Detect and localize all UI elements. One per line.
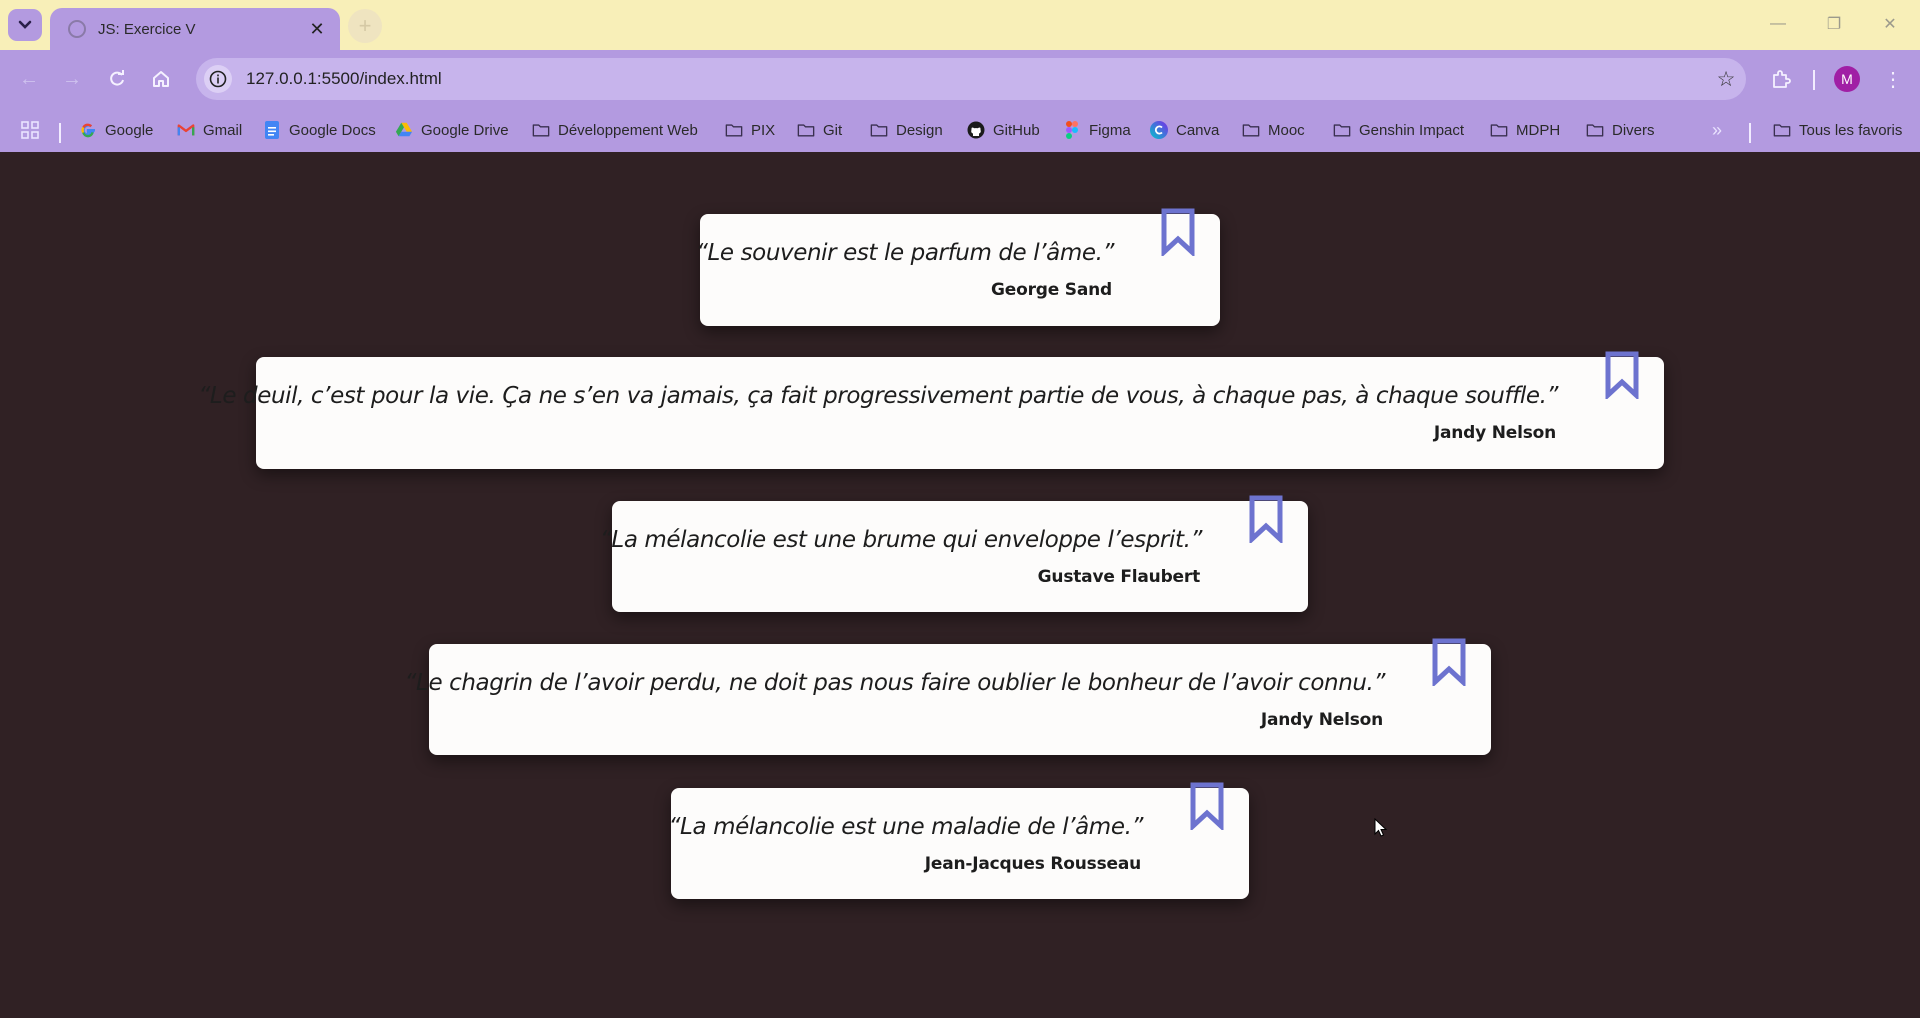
figma-icon	[1063, 121, 1081, 139]
more-bookmarks-icon[interactable]: »	[1712, 116, 1722, 144]
quote-text: “Le souvenir est le parfum de l’âme.”	[695, 240, 1114, 266]
site-info-icon[interactable]	[204, 65, 232, 93]
bookmark-label: Git	[823, 121, 843, 139]
all-bookmarks-folder[interactable]: Tous les favoris	[1773, 116, 1902, 144]
star-icon[interactable]: ☆	[1706, 67, 1746, 92]
folder-icon	[1773, 121, 1791, 139]
bookmark-folder-design[interactable]: Design	[870, 116, 943, 144]
bookmark-gmail[interactable]: Gmail	[177, 116, 242, 144]
bookmarks-divider	[59, 123, 61, 143]
browser-toolbar: ← → 127.0.0.1:5500/index.html ☆ M ⋮	[0, 50, 1920, 108]
bookmark-canva[interactable]: Canva	[1150, 116, 1219, 144]
quote-author: Jean-Jacques Rousseau	[924, 854, 1141, 874]
drive-icon	[395, 121, 413, 139]
quote-author: Jandy Nelson	[1433, 423, 1556, 443]
toolbar-divider	[1813, 70, 1815, 90]
quote-text: “La mélancolie est une brume qui envelop…	[599, 527, 1203, 553]
bookmark-label: MDPH	[1516, 121, 1561, 139]
all-bookmarks-label: Tous les favoris	[1799, 121, 1903, 139]
chevron-down-icon	[18, 20, 32, 29]
bookmark-label: GitHub	[993, 121, 1040, 139]
quote-author: George Sand	[991, 280, 1112, 300]
bookmark-google-docs[interactable]: Google Docs	[263, 116, 376, 144]
folder-icon	[1333, 121, 1351, 139]
url-text[interactable]: 127.0.0.1:5500/index.html	[246, 69, 1706, 89]
bookmark-folder-pix[interactable]: PIX	[725, 116, 775, 144]
quote-text: “La mélancolie est une maladie de l’âme.…	[668, 814, 1144, 840]
minimize-icon[interactable]: —	[1764, 12, 1792, 36]
mouse-cursor-icon	[1374, 818, 1388, 837]
bookmark-label: Design	[896, 121, 943, 139]
reload-icon[interactable]	[102, 64, 132, 94]
folder-icon	[1242, 121, 1260, 139]
folder-icon	[532, 121, 550, 139]
close-window-icon[interactable]: ✕	[1876, 12, 1904, 36]
docs-icon	[263, 121, 281, 139]
bookmark-label: PIX	[751, 121, 776, 139]
bookmark-figma[interactable]: Figma	[1063, 116, 1131, 144]
bookmark-icon[interactable]	[1160, 208, 1196, 256]
back-icon[interactable]: ←	[14, 64, 44, 94]
quote-text: “Le deuil, c’est pour la vie. Ça ne s’en…	[198, 383, 1558, 409]
bookmark-folder-genshin[interactable]: Genshin Impact	[1333, 116, 1464, 144]
bookmark-icon[interactable]	[1189, 782, 1225, 830]
address-bar[interactable]: 127.0.0.1:5500/index.html ☆	[196, 58, 1746, 100]
bookmark-label: Figma	[1089, 121, 1131, 139]
bookmark-label: Canva	[1176, 121, 1220, 139]
bookmark-folder-mdph[interactable]: MDPH	[1490, 116, 1560, 144]
bookmark-label: Développement Web	[558, 121, 698, 139]
quote-text: “Le chagrin de l’avoir perdu, ne doit pa…	[404, 670, 1386, 696]
github-icon	[967, 121, 985, 139]
quote-card: “Le deuil, c’est pour la vie. Ça ne s’en…	[198, 351, 1664, 469]
bookmark-google[interactable]: Google	[79, 116, 153, 144]
bookmark-folder-git[interactable]: Git	[797, 116, 842, 144]
profile-avatar[interactable]: M	[1834, 66, 1860, 92]
folder-icon	[1490, 121, 1508, 139]
bookmark-label: Google	[105, 121, 154, 139]
quote-card: “Le chagrin de l’avoir perdu, ne doit pa…	[405, 638, 1491, 755]
forward-icon[interactable]: →	[57, 64, 87, 94]
bookmark-github[interactable]: GitHub	[967, 116, 1040, 144]
bookmark-label: Google Docs	[289, 121, 376, 139]
restore-icon[interactable]: ❐	[1820, 12, 1848, 36]
bookmark-folder-mooc[interactable]: Mooc	[1242, 116, 1305, 144]
new-tab-button[interactable]: +	[348, 9, 382, 43]
bookmark-folder-dev-web[interactable]: Développement Web	[532, 116, 698, 144]
home-icon[interactable]	[146, 64, 176, 94]
bookmarks-divider	[1749, 123, 1751, 143]
google-icon	[79, 121, 97, 139]
bookmarks-bar: Google Gmail Google Docs Google Drive Dé…	[0, 108, 1920, 152]
bookmark-label: Genshin Impact	[1359, 121, 1465, 139]
quote-author: Jandy Nelson	[1260, 710, 1383, 730]
bookmark-label: Divers	[1612, 121, 1655, 139]
gmail-icon	[177, 121, 195, 139]
tab-search-button[interactable]	[8, 9, 42, 41]
folder-icon	[725, 121, 743, 139]
more-menu-icon[interactable]: ⋮	[1880, 64, 1906, 94]
bookmark-label: Mooc	[1268, 121, 1305, 139]
quote-card: “La mélancolie est une maladie de l’âme.…	[668, 782, 1249, 899]
canva-icon	[1150, 121, 1168, 139]
bookmark-label: Gmail	[203, 121, 243, 139]
title-bar: JS: Exercice V ✕ + — ❐ ✕	[0, 0, 1920, 50]
quote-card: “La mélancolie est une brume qui envelop…	[600, 495, 1308, 612]
extensions-icon[interactable]	[1766, 64, 1796, 94]
tab-title: JS: Exercice V	[98, 20, 196, 38]
bookmark-google-drive[interactable]: Google Drive	[395, 116, 509, 144]
folder-icon	[1586, 121, 1604, 139]
folder-icon	[870, 121, 888, 139]
bookmark-icon[interactable]	[1604, 351, 1640, 399]
globe-icon	[68, 20, 86, 38]
quote-author: Gustave Flaubert	[1037, 567, 1201, 587]
apps-icon[interactable]	[20, 116, 40, 144]
bookmark-folder-divers[interactable]: Divers	[1586, 116, 1655, 144]
bookmark-label: Google Drive	[421, 121, 509, 139]
active-tab[interactable]: JS: Exercice V ✕	[50, 8, 340, 50]
bookmark-icon[interactable]	[1248, 495, 1284, 543]
bookmark-icon[interactable]	[1431, 638, 1467, 686]
quote-card: “Le souvenir est le parfum de l’âme.” Ge…	[696, 208, 1220, 326]
close-tab-icon[interactable]: ✕	[306, 19, 328, 40]
folder-icon	[797, 121, 815, 139]
